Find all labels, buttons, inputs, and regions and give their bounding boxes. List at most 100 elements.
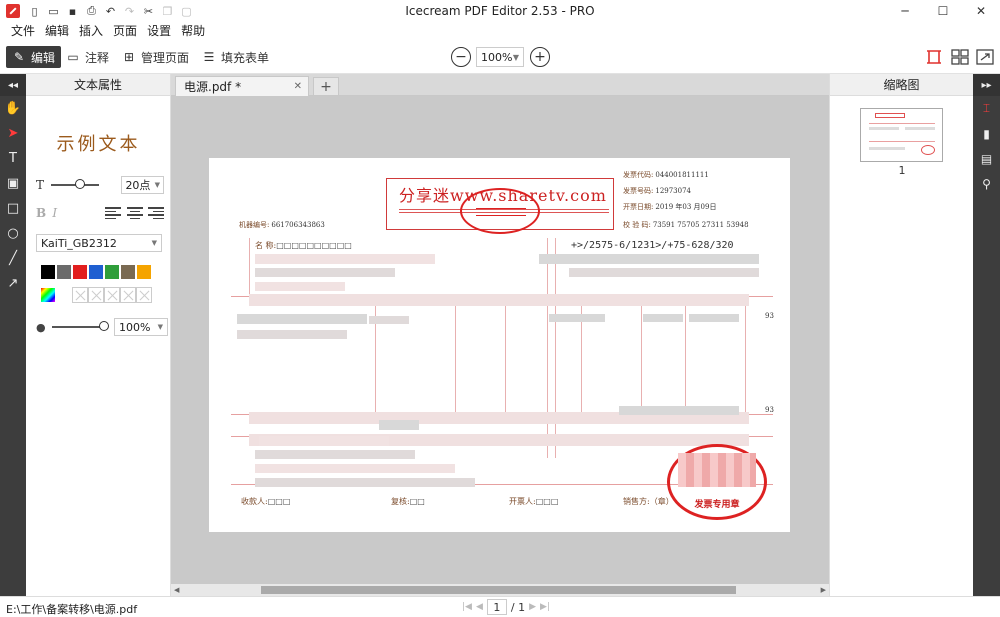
- align-right-icon[interactable]: [147, 207, 164, 219]
- color-swatch[interactable]: [72, 264, 88, 280]
- seller-seal-label: 销售方:（章）: [623, 497, 674, 506]
- italic-icon[interactable]: I: [52, 206, 68, 220]
- payee-field: 收款人:□□□: [241, 497, 291, 506]
- slider-knob[interactable]: [99, 321, 109, 331]
- font-family-select[interactable]: KaiTi_GB2312 ▼: [36, 234, 162, 252]
- page-number-input[interactable]: 1: [486, 599, 507, 615]
- menu-help[interactable]: 帮助: [176, 22, 210, 40]
- edit-mode-button[interactable]: ✎ 编辑: [6, 46, 62, 68]
- oval-stamp[interactable]: [460, 188, 540, 234]
- open-folder-icon[interactable]: ▭: [47, 5, 60, 18]
- empty-swatch[interactable]: [72, 287, 88, 303]
- opacity-slider[interactable]: [52, 321, 109, 331]
- color-picker-icon[interactable]: [40, 287, 56, 303]
- maximize-button[interactable]: ☐: [924, 0, 962, 22]
- image-tool-icon[interactable]: ▣: [0, 171, 26, 196]
- color-swatch[interactable]: [40, 264, 56, 280]
- fullscreen-icon[interactable]: [975, 48, 995, 66]
- page-thumbnail[interactable]: [860, 108, 943, 162]
- redo-icon[interactable]: ↷: [123, 5, 136, 18]
- thumbnails-toggle-icon[interactable]: ⌶: [973, 96, 1000, 121]
- chevron-down-icon: ▼: [512, 52, 519, 62]
- close-tab-icon[interactable]: ✕: [294, 81, 302, 92]
- side-number-1: 93: [765, 312, 774, 320]
- invoice-seal[interactable]: 发票专用章: [667, 444, 767, 520]
- empty-swatch[interactable]: [136, 287, 152, 303]
- side-number-2: 93: [765, 406, 774, 414]
- pdf-page[interactable]: 分享迷www.sharetv.com 发票代码: 044001811111 发票号…: [209, 158, 790, 532]
- scrollbar-thumb[interactable]: [261, 586, 736, 594]
- ellipse-tool-icon[interactable]: ○: [0, 221, 26, 246]
- menu-insert[interactable]: 插入: [74, 22, 108, 40]
- menu-page[interactable]: 页面: [108, 22, 142, 40]
- horizontal-scrollbar[interactable]: ◀ ▶: [171, 584, 829, 596]
- save-icon[interactable]: ▪: [66, 5, 79, 18]
- drawer-field: 开票人:□□□: [509, 497, 559, 506]
- color-swatch[interactable]: [120, 264, 136, 280]
- copy-icon[interactable]: ❐: [161, 5, 174, 18]
- font-size-select[interactable]: 20点 ▼: [121, 176, 164, 194]
- select-tool-icon[interactable]: ➤: [0, 121, 26, 146]
- next-page-icon[interactable]: ▶: [529, 602, 536, 612]
- first-page-icon[interactable]: |◀: [462, 602, 472, 612]
- issue-date-field: 开票日期: 2019 年03 月09日: [623, 203, 717, 211]
- minimize-button[interactable]: ─: [886, 0, 924, 22]
- menu-file[interactable]: 文件: [6, 22, 40, 40]
- empty-swatch[interactable]: [120, 287, 136, 303]
- print-icon[interactable]: ⎙: [85, 4, 98, 18]
- font-size-slider[interactable]: [51, 179, 100, 189]
- status-bar: E:\工作\备案转移\电源.pdf |◀ ◀ 1 / 1 ▶ ▶|: [0, 596, 1000, 617]
- menu-settings[interactable]: 设置: [142, 22, 176, 40]
- opacity-select[interactable]: 100% ▼: [114, 318, 168, 336]
- font-size-icon: T: [36, 178, 45, 192]
- new-tab-button[interactable]: +: [313, 77, 339, 95]
- fill-form-button[interactable]: ☰ 填充表单: [196, 46, 275, 68]
- right-tool-strip: ▸▸ ⌶ ▮ ▤ ⚲: [973, 74, 1000, 596]
- color-swatch[interactable]: [104, 264, 120, 280]
- bookmark-icon[interactable]: ▮: [973, 121, 1000, 146]
- paste-icon[interactable]: ▢: [180, 5, 193, 18]
- last-page-icon[interactable]: ▶|: [540, 602, 550, 612]
- zoom-level-select[interactable]: 100% ▼: [476, 47, 524, 67]
- thumbnails-panel: 缩略图 1: [829, 74, 973, 596]
- single-page-view-icon[interactable]: [924, 48, 944, 66]
- menu-edit[interactable]: 编辑: [40, 22, 74, 40]
- cut-icon[interactable]: ✂: [142, 5, 155, 18]
- align-left-icon[interactable]: [105, 207, 122, 219]
- empty-swatch[interactable]: [104, 287, 120, 303]
- scroll-left-icon[interactable]: ◀: [174, 584, 179, 596]
- grid-view-icon[interactable]: [950, 48, 970, 66]
- line-tool-icon[interactable]: ╱: [0, 246, 26, 271]
- color-swatch[interactable]: [136, 264, 152, 280]
- collapse-left-icon[interactable]: ◂◂: [0, 74, 26, 96]
- zoom-in-button[interactable]: +: [530, 47, 550, 67]
- document-tab[interactable]: 电源.pdf * ✕: [175, 76, 309, 96]
- pages-icon: ⊞: [123, 50, 135, 64]
- search-icon[interactable]: ⚲: [973, 171, 1000, 196]
- rectangle-tool-icon[interactable]: □: [0, 196, 26, 221]
- scroll-right-icon[interactable]: ▶: [821, 584, 826, 596]
- manage-pages-button[interactable]: ⊞ 管理页面: [116, 46, 195, 68]
- bold-icon[interactable]: B: [36, 206, 52, 220]
- collapse-right-icon[interactable]: ▸▸: [973, 74, 1000, 96]
- slider-knob[interactable]: [75, 179, 86, 189]
- document-tab-bar: 电源.pdf * ✕ +: [171, 74, 829, 96]
- comments-panel-icon[interactable]: ▤: [973, 146, 1000, 171]
- new-file-icon[interactable]: ▯: [28, 5, 41, 18]
- close-button[interactable]: ✕: [962, 0, 1000, 22]
- text-properties-panel: 文本属性 示例文本 T 20点 ▼ B I KaiTi_GB2312 ▼ ● 1…: [26, 74, 171, 596]
- text-tool-icon[interactable]: T: [0, 146, 26, 171]
- color-swatch[interactable]: [88, 264, 104, 280]
- prev-page-icon[interactable]: ◀: [476, 602, 483, 612]
- hand-tool-icon[interactable]: ✋: [0, 96, 26, 121]
- empty-swatch[interactable]: [88, 287, 104, 303]
- annotate-mode-button[interactable]: ▭ 注释: [60, 46, 115, 68]
- window-controls: ─ ☐ ✕: [886, 0, 1000, 22]
- undo-icon[interactable]: ↶: [104, 5, 117, 18]
- align-center-icon[interactable]: [126, 207, 143, 219]
- zoom-out-button[interactable]: −: [451, 47, 471, 67]
- arrow-tool-icon[interactable]: ↗: [0, 271, 26, 296]
- color-swatch[interactable]: [56, 264, 72, 280]
- main-toolbar: ✎ 编辑 ▭ 注释 ⊞ 管理页面 ☰ 填充表单 − 100% ▼ +: [0, 42, 1000, 74]
- buyer-name-field: 名 称:□□□□□□□□□□: [255, 241, 352, 250]
